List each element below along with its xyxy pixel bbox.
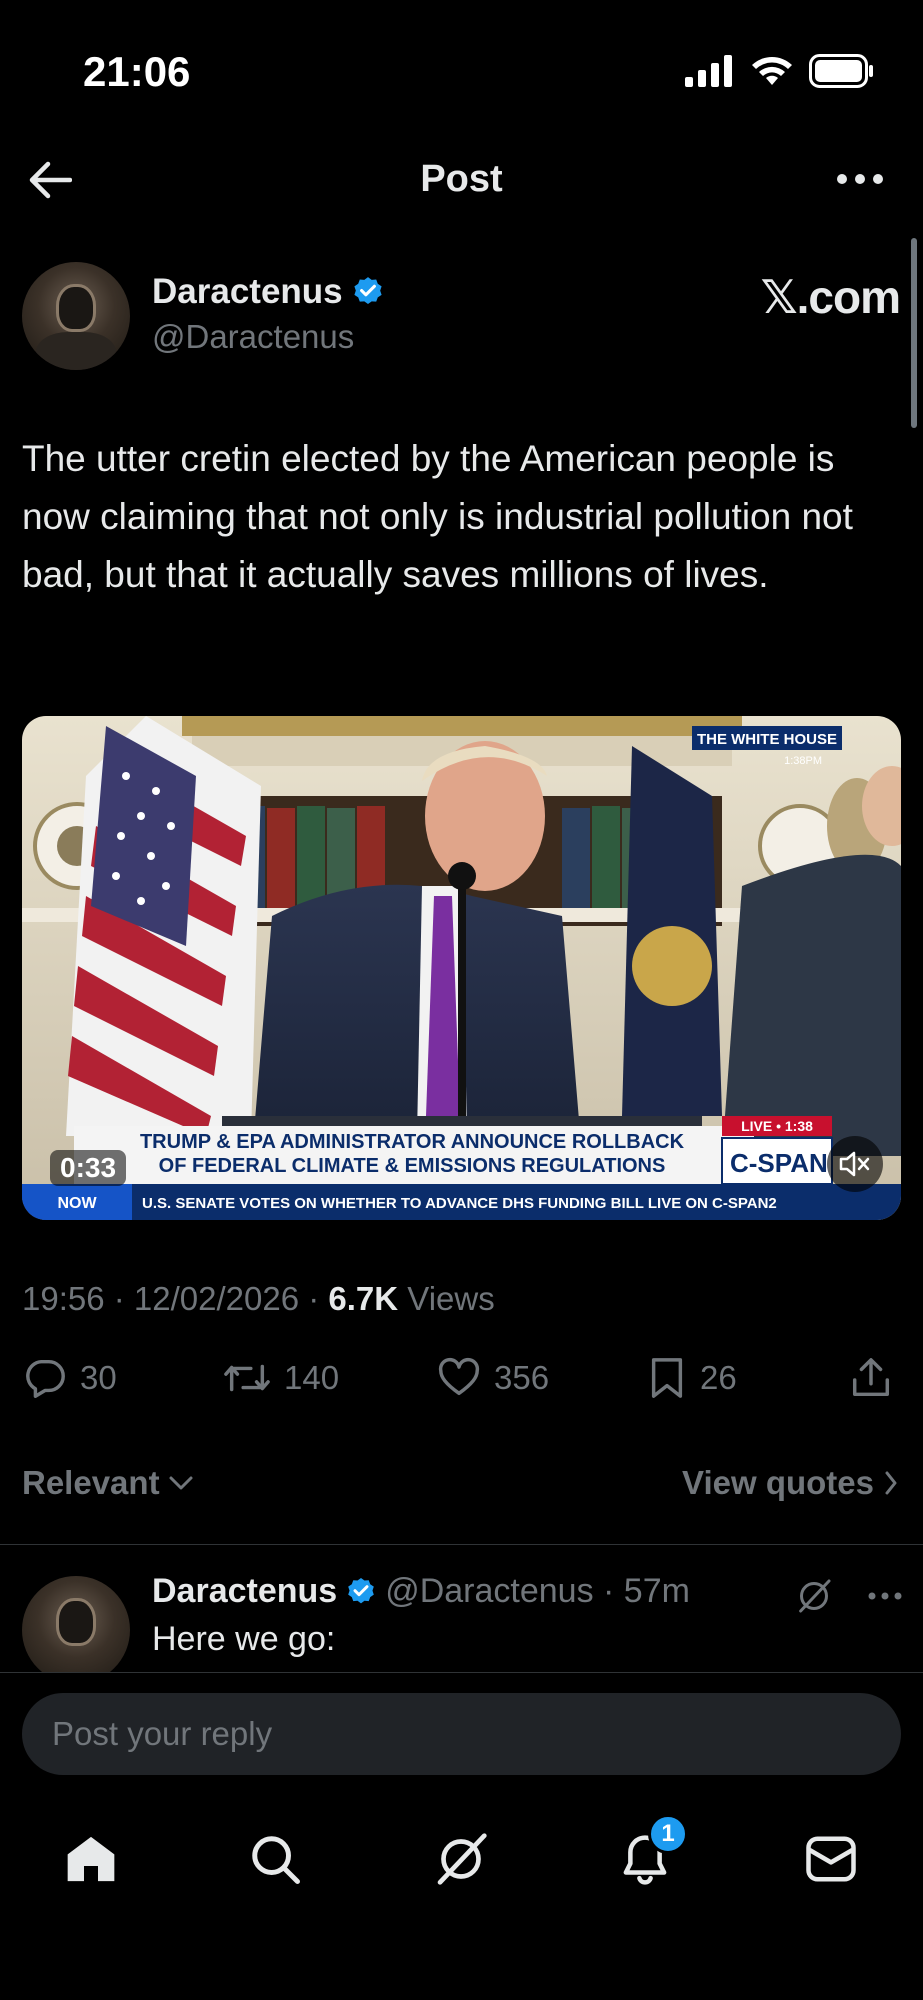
- status-icons: [685, 54, 875, 93]
- reply-avatar[interactable]: [22, 1576, 130, 1672]
- views-label: Views: [398, 1280, 495, 1317]
- post-meta: 19:56 · 12/02/2026 · 6.7K Views: [22, 1280, 495, 1318]
- chevron-down-icon: [169, 1476, 193, 1490]
- reply-text: Here we go:: [152, 1620, 336, 1658]
- more-horizontal-icon: [837, 174, 883, 184]
- chyron-line-1: TRUMP & EPA ADMINISTRATOR ANNOUNCE ROLLB…: [140, 1131, 685, 1153]
- heart-icon: [438, 1357, 480, 1396]
- cellular-signal-icon: [685, 55, 735, 92]
- repost-count: 140: [284, 1359, 340, 1396]
- status-time: 21:06: [83, 48, 191, 95]
- reply-header: Daractenus @Daractenus · 57m: [152, 1572, 690, 1611]
- brand-watermark: 𝕏.com: [760, 271, 901, 323]
- more-horizontal-icon: [868, 1592, 902, 1600]
- post-actions: 30 140 356 26: [22, 1355, 902, 1415]
- repost-button[interactable]: 140: [222, 1355, 339, 1401]
- notification-badge: 1: [648, 1814, 688, 1854]
- reply-item[interactable]: Daractenus @Daractenus · 57m Here we go:: [22, 1572, 902, 1672]
- tab-notifications[interactable]: 1: [610, 1814, 688, 1894]
- post-author: Daractenus @Daractenus 𝕏.com: [22, 262, 902, 372]
- replies-filter-row: Relevant View quotes: [22, 1460, 898, 1510]
- sort-dropdown[interactable]: Relevant: [22, 1464, 194, 1502]
- reply-count: 30: [80, 1359, 117, 1396]
- repost-icon: [224, 1364, 270, 1392]
- reply-more-button[interactable]: [868, 1588, 902, 1606]
- reply-handle-time: @Daractenus · 57m: [385, 1572, 690, 1610]
- grok-icon: [437, 1833, 487, 1885]
- scrollbar[interactable]: [911, 238, 917, 428]
- like-count: 356: [494, 1359, 550, 1396]
- share-icon: [852, 1358, 890, 1397]
- reply-button[interactable]: 30: [22, 1355, 117, 1401]
- ticker-now-label: NOW: [57, 1195, 97, 1212]
- bookmark-button[interactable]: 26: [646, 1355, 737, 1401]
- grok-button[interactable]: [794, 1576, 834, 1621]
- mute-button[interactable]: [827, 1136, 883, 1192]
- page-title: Post: [420, 158, 503, 200]
- avatar[interactable]: [22, 262, 130, 370]
- reply-author-name[interactable]: Daractenus: [152, 1572, 337, 1611]
- view-quotes-label: View quotes: [682, 1464, 874, 1501]
- reply-bubble-icon: [26, 1359, 65, 1398]
- speaker-muted-icon: [839, 1151, 870, 1177]
- verified-badge-icon: [354, 277, 382, 305]
- video-frame: THE WHITE HOUSE 1:38PM TRUMP & EPA ADMIN…: [22, 716, 901, 1220]
- chyron-line-2: OF FEDERAL CLIMATE & EMISSIONS REGULATIO…: [159, 1155, 666, 1177]
- live-label: LIVE • 1:38: [741, 1118, 813, 1134]
- post-timestamp: 19:56 · 12/02/2026 ·: [22, 1280, 329, 1317]
- wifi-icon: [751, 55, 793, 92]
- battery-icon: [809, 54, 875, 93]
- broadcast-time: 1:38PM: [784, 755, 822, 767]
- grok-icon: [799, 1579, 831, 1613]
- broadcast-location-badge: THE WHITE HOUSE: [697, 731, 837, 748]
- author-handle[interactable]: @Daractenus: [152, 318, 354, 356]
- tab-grok[interactable]: [426, 1824, 496, 1894]
- bottom-tab-bar: 1: [0, 1790, 923, 2000]
- post-header: Post: [0, 140, 923, 240]
- reply-composer: [0, 1672, 923, 1790]
- author-name-row[interactable]: Daractenus: [152, 272, 385, 312]
- like-button[interactable]: 356: [436, 1355, 549, 1401]
- sort-label: Relevant: [22, 1464, 160, 1501]
- bookmark-count: 26: [700, 1359, 737, 1396]
- status-bar: 21:06: [0, 0, 923, 140]
- tab-search[interactable]: [240, 1824, 310, 1894]
- tab-messages[interactable]: [796, 1824, 866, 1894]
- author-name[interactable]: Daractenus: [152, 272, 343, 312]
- search-icon: [252, 1836, 300, 1884]
- envelope-icon: [806, 1836, 856, 1882]
- views-count[interactable]: 6.7K: [328, 1280, 398, 1317]
- more-options-button[interactable]: [835, 164, 885, 194]
- divider: [0, 1544, 923, 1545]
- tab-home[interactable]: [56, 1824, 126, 1894]
- reply-input[interactable]: [22, 1693, 901, 1775]
- post-text: The utter cretin elected by the American…: [22, 438, 853, 595]
- network-logo: C-SPAN: [730, 1148, 828, 1178]
- view-quotes-link[interactable]: View quotes: [682, 1464, 898, 1502]
- share-button[interactable]: [848, 1355, 894, 1401]
- verified-badge-icon: [348, 1577, 375, 1603]
- chevron-right-icon: [885, 1471, 897, 1495]
- video-duration: 0:33: [50, 1150, 127, 1186]
- ticker-text: U.S. SENATE VOTES ON WHETHER TO ADVANCE …: [142, 1195, 777, 1212]
- video-player[interactable]: THE WHITE HOUSE 1:38PM TRUMP & EPA ADMIN…: [22, 716, 901, 1220]
- bookmark-icon: [651, 1358, 683, 1398]
- home-icon: [67, 1836, 115, 1882]
